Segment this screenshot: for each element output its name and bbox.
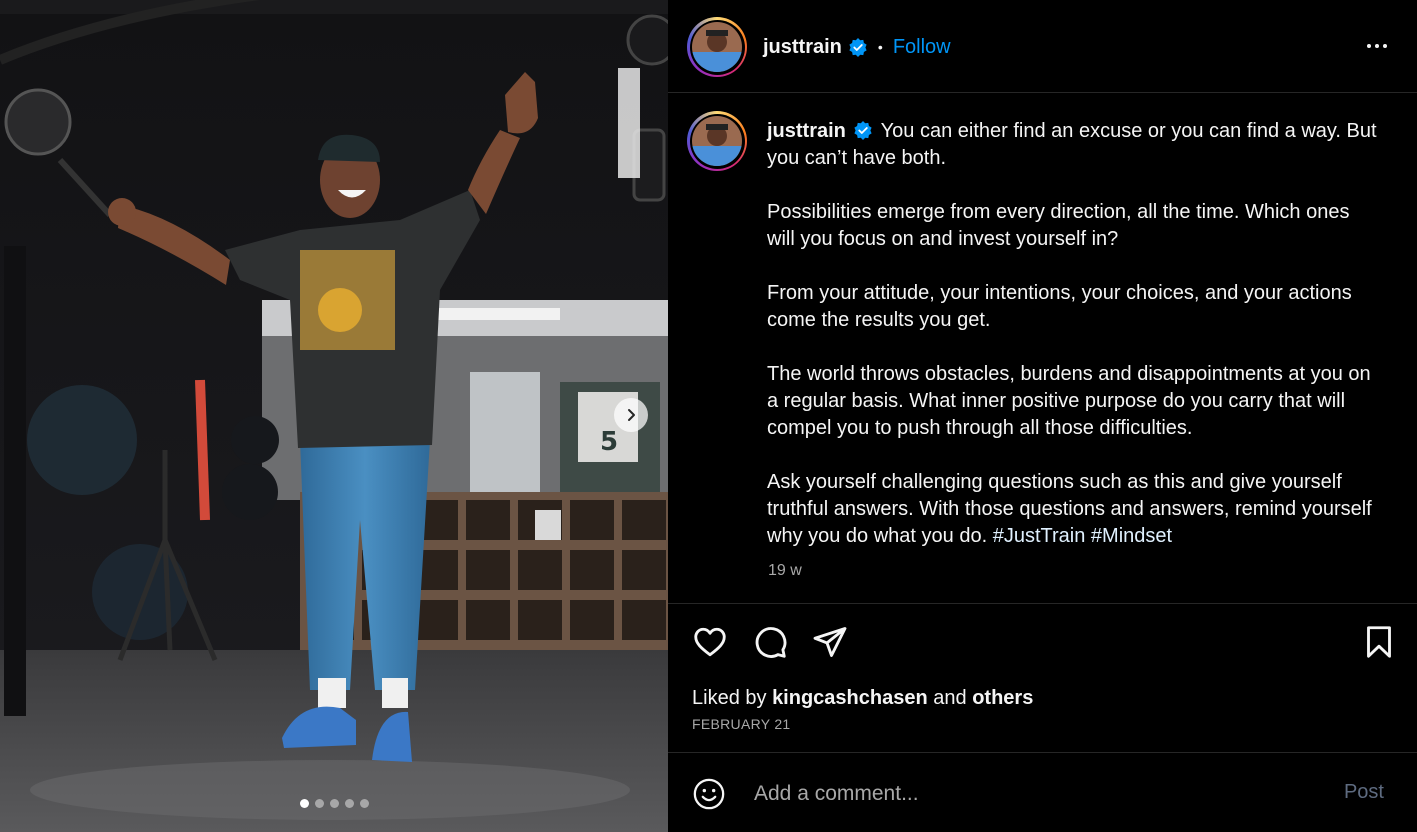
divider bbox=[668, 92, 1417, 93]
emoji-icon[interactable] bbox=[692, 777, 726, 811]
comment-icon[interactable] bbox=[752, 624, 788, 660]
caption-paragraph: Possibilities emerge from every directio… bbox=[767, 201, 1350, 250]
slide-dot bbox=[345, 799, 354, 808]
post-panel: justtrain • Follow justtrain You can eit… bbox=[668, 0, 1417, 832]
post-time-ago[interactable]: 19 w bbox=[768, 562, 802, 580]
separator-bullet: • bbox=[877, 39, 883, 55]
chevron-right-icon bbox=[628, 409, 635, 421]
caption-paragraph: The world throws obstacles, burdens and … bbox=[767, 363, 1371, 439]
more-options-icon[interactable] bbox=[1363, 36, 1391, 56]
slide-dot bbox=[330, 799, 339, 808]
jersey-number: 5 bbox=[600, 427, 618, 457]
hashtag-link[interactable]: #JustTrain bbox=[993, 525, 1086, 547]
post-photo: 5 bbox=[0, 0, 668, 832]
verified-badge-icon bbox=[854, 121, 873, 141]
post: 5 justtrain • Follow justtrain You can e… bbox=[0, 0, 1417, 832]
slide-dot bbox=[315, 799, 324, 808]
post-caption: justtrain You can either find an excuse … bbox=[767, 118, 1379, 550]
post-comment-button[interactable]: Post bbox=[1344, 781, 1384, 804]
divider bbox=[668, 752, 1417, 753]
caption-avatar[interactable] bbox=[687, 111, 747, 171]
bookmark-icon[interactable] bbox=[1361, 624, 1397, 660]
liked-by-others-link[interactable]: others bbox=[972, 687, 1033, 709]
caption-paragraph: From your attitude, your intentions, you… bbox=[767, 282, 1352, 331]
divider bbox=[668, 603, 1417, 604]
likes-summary: Liked by kingcashchasen and others bbox=[692, 687, 1033, 710]
caption-paragraph: justtrain You can either find an excuse … bbox=[767, 118, 1379, 172]
slide-dot-active bbox=[300, 799, 309, 808]
action-bar bbox=[692, 624, 1394, 664]
share-icon[interactable] bbox=[812, 624, 848, 660]
liked-by-user-link[interactable]: kingcashchasen bbox=[772, 687, 928, 709]
header-avatar[interactable] bbox=[687, 17, 747, 77]
avatar-image bbox=[692, 116, 742, 166]
verified-badge-icon bbox=[849, 38, 867, 57]
hashtag-link[interactable]: #Mindset bbox=[1091, 525, 1172, 547]
comment-input[interactable] bbox=[752, 779, 1316, 809]
post-date[interactable]: FEBRUARY 21 bbox=[692, 716, 791, 732]
caption-username[interactable]: justtrain bbox=[767, 120, 846, 142]
follow-button[interactable]: Follow bbox=[893, 36, 951, 59]
slide-indicator bbox=[300, 799, 369, 808]
post-media[interactable]: 5 bbox=[0, 0, 668, 832]
post-header: justtrain • Follow bbox=[763, 33, 951, 61]
header-username[interactable]: justtrain bbox=[763, 36, 842, 59]
slide-dot bbox=[360, 799, 369, 808]
caption-paragraph: Ask yourself challenging questions such … bbox=[767, 469, 1379, 550]
avatar-image bbox=[692, 22, 742, 72]
heart-icon[interactable] bbox=[692, 624, 728, 660]
next-slide-button[interactable] bbox=[614, 398, 648, 432]
likes-prefix: Liked by bbox=[692, 687, 767, 709]
likes-and: and bbox=[933, 687, 967, 709]
comment-bar: Post bbox=[692, 775, 1394, 813]
